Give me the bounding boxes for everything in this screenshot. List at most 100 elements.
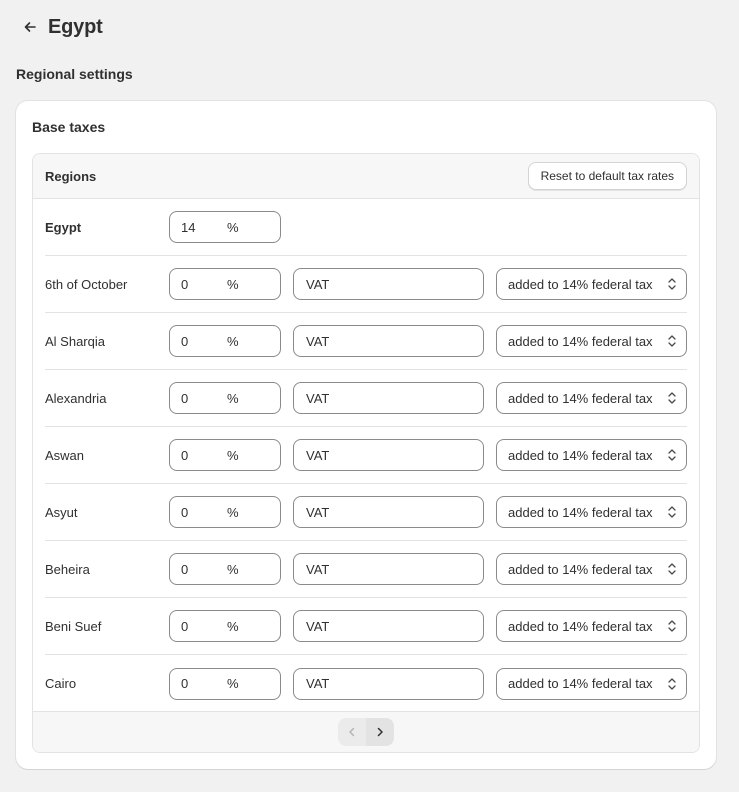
rate-value: 0 [181,390,189,406]
region-name: Alexandria [45,390,107,406]
tax-name-value: VAT [306,447,330,463]
tax-name-input[interactable]: VAT [293,382,484,414]
tax-name-input[interactable]: VAT [293,325,484,357]
tax-name-input[interactable]: VAT [293,667,484,700]
percent-suffix: % [227,676,239,691]
tax-name-value: VAT [306,618,330,634]
card-title: Base taxes [32,119,106,135]
tax-method-select[interactable]: added to 14% federal tax [496,325,687,357]
tax-name-input[interactable]: VAT [293,496,484,528]
percent-suffix: % [227,390,239,406]
select-chevron-icon [666,447,678,463]
region-row: Alexandria 0 % VAT added to 14% federal … [45,370,687,427]
back-button[interactable] [20,17,40,37]
tax-name-value: VAT [306,504,330,520]
tax-method-select[interactable]: added to 14% federal tax [496,610,687,642]
previous-page-button[interactable] [338,718,366,746]
region-rate-input[interactable]: 0 % [169,382,281,414]
region-name: Cairo [45,676,77,691]
region-name: Aswan [45,447,85,463]
region-row: Al Sharqia 0 % VAT added to 14% federal … [45,313,687,370]
percent-suffix: % [227,504,239,520]
tax-method-value: added to 14% federal tax [508,276,653,292]
tax-method-value: added to 14% federal tax [508,561,653,577]
region-name: Asyut [45,504,78,520]
tax-name-value: VAT [306,276,330,292]
region-rate-input[interactable]: 0 % [169,325,281,357]
regions-table: Regions Reset to default tax rates Egypt… [32,153,700,753]
percent-suffix: % [227,219,239,235]
rate-value: 0 [181,447,189,463]
rate-value: 0 [181,618,189,634]
region-rate-input[interactable]: 0 % [169,667,281,700]
region-rows: Egypt 14 % 6th of October 0 % VAT added … [33,199,699,712]
chevron-left-icon [349,727,355,737]
percent-suffix: % [227,618,239,634]
tax-name-input[interactable]: VAT [293,268,484,300]
percent-suffix: % [227,276,239,292]
tax-method-value: added to 14% federal tax [508,676,653,691]
percent-suffix: % [227,447,239,463]
region-name: Al Sharqia [45,333,105,349]
region-rate-input[interactable]: 0 % [169,553,281,585]
country-name: Egypt [45,219,82,235]
select-chevron-icon [666,618,678,634]
tax-method-select[interactable]: added to 14% federal tax [496,667,687,700]
reset-tax-rates-button[interactable]: Reset to default tax rates [527,162,687,190]
rate-value: 0 [181,333,189,349]
chevron-right-icon [377,727,383,737]
tax-name-input[interactable]: VAT [293,553,484,585]
select-chevron-icon [666,676,678,692]
region-row: Beni Suef 0 % VAT added to 14% federal t… [45,598,687,655]
tax-method-select[interactable]: added to 14% federal tax [496,439,687,471]
rate-value: 0 [181,676,189,691]
tax-method-value: added to 14% federal tax [508,504,653,520]
percent-suffix: % [227,561,239,577]
pagination [33,711,699,752]
select-chevron-icon [666,390,678,406]
base-taxes-card: Base taxes Regions Reset to default tax … [16,101,716,769]
region-row: Cairo 0 % VAT added to 14% federal tax [45,655,687,712]
tax-name-value: VAT [306,561,330,577]
select-chevron-icon [666,276,678,292]
tax-method-select[interactable]: added to 14% federal tax [496,553,687,585]
region-name: Beheira [45,561,90,577]
table-header: Regions Reset to default tax rates [33,154,699,199]
region-rate-input[interactable]: 0 % [169,610,281,642]
region-row: Beheira 0 % VAT added to 14% federal tax [45,541,687,598]
rate-value: 14 [181,219,196,235]
tax-name-value: VAT [306,676,330,691]
tax-method-value: added to 14% federal tax [508,618,653,634]
region-rate-input[interactable]: 0 % [169,268,281,300]
region-row: Asyut 0 % VAT added to 14% federal tax [45,484,687,541]
select-chevron-icon [666,504,678,520]
tax-name-value: VAT [306,390,330,406]
tax-method-select[interactable]: added to 14% federal tax [496,268,687,300]
percent-suffix: % [227,333,239,349]
section-title: Regional settings [16,66,133,82]
region-rate-input[interactable]: 0 % [169,496,281,528]
region-name: 6th of October [45,276,128,292]
tax-name-input[interactable]: VAT [293,439,484,471]
region-row: Aswan 0 % VAT added to 14% federal tax [45,427,687,484]
country-rate-input[interactable]: 14 % [169,211,281,243]
tax-method-value: added to 14% federal tax [508,390,653,406]
region-rate-input[interactable]: 0 % [169,439,281,471]
rate-value: 0 [181,561,189,577]
region-row: 6th of October 0 % VAT added to 14% fede… [45,256,687,313]
country-row: Egypt 14 % [45,199,687,256]
tax-method-select[interactable]: added to 14% federal tax [496,496,687,528]
page-title: Egypt [48,15,103,38]
next-page-button[interactable] [366,718,394,746]
select-chevron-icon [666,561,678,577]
select-chevron-icon [666,333,678,349]
tax-method-select[interactable]: added to 14% federal tax [496,382,687,414]
tax-name-value: VAT [306,333,330,349]
tax-method-value: added to 14% federal tax [508,447,653,463]
arrow-left-icon [24,22,36,32]
region-name: Beni Suef [45,618,102,634]
rate-value: 0 [181,504,189,520]
rate-value: 0 [181,276,189,292]
tax-name-input[interactable]: VAT [293,610,484,642]
regions-header-label: Regions [45,168,97,184]
